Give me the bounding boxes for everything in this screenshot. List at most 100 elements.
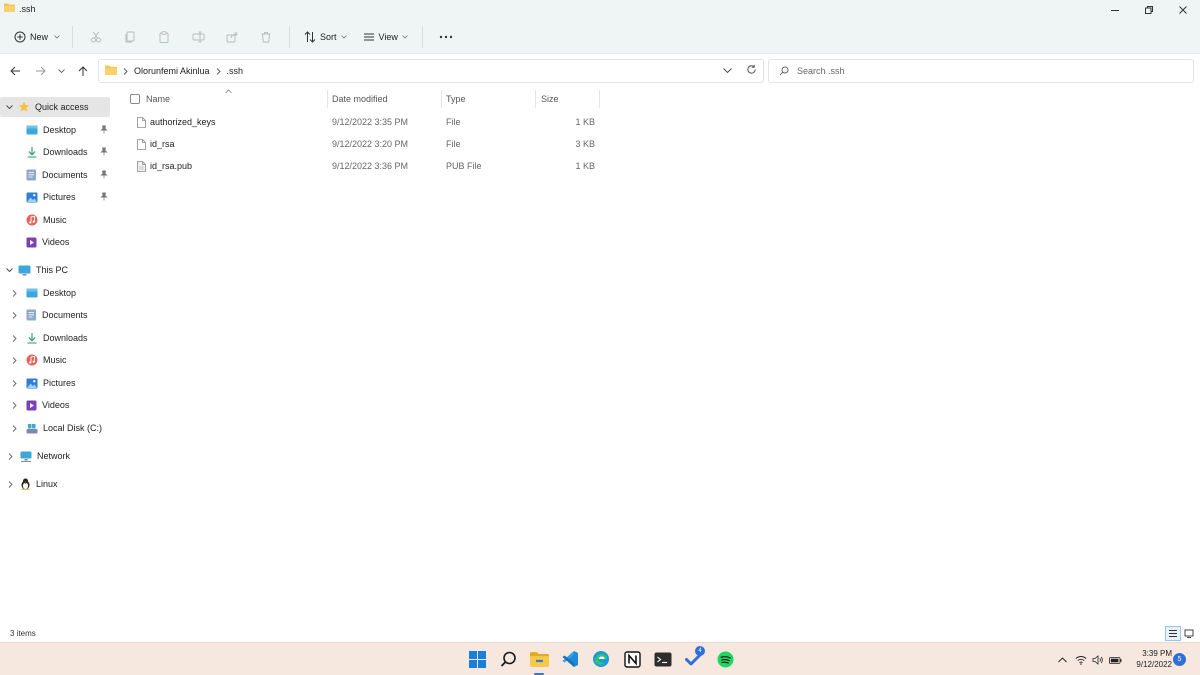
toolbar-divider <box>421 25 423 48</box>
column-header-size[interactable]: Size <box>541 90 559 108</box>
up-button[interactable] <box>74 62 92 80</box>
taskbar-vscode[interactable] <box>559 648 581 670</box>
search-icon <box>779 66 789 76</box>
sidebar-label: Quick access <box>35 102 89 112</box>
table-row[interactable]: authorized_keys 9/12/2022 3:35 PM File 1… <box>132 112 602 132</box>
minimize-button[interactable] <box>1098 0 1132 20</box>
refresh-button[interactable] <box>746 64 757 77</box>
chevron-right-icon <box>8 452 13 460</box>
column-header-date[interactable]: Date modified <box>332 90 388 108</box>
sidebar-label: Local Disk (C:) <box>43 423 103 433</box>
network-icon <box>20 451 32 462</box>
chevron-right-icon <box>12 356 17 364</box>
chevron-right-icon <box>12 334 17 342</box>
sidebar-item-linux[interactable]: Linux <box>8 474 116 494</box>
view-button[interactable]: View <box>355 26 416 48</box>
taskbar-notion[interactable] <box>621 648 643 670</box>
file-name: id_rsa <box>150 139 175 149</box>
sidebar-label: Documents <box>42 310 88 320</box>
volume-status[interactable] <box>1091 653 1105 667</box>
linux-penguin-icon <box>21 478 30 490</box>
copy-button[interactable] <box>113 26 147 48</box>
new-button[interactable]: New <box>8 26 66 48</box>
column-divider[interactable] <box>327 90 328 108</box>
paste-icon <box>159 30 169 43</box>
sidebar-item-local-disk[interactable]: Local Disk (C:) <box>12 418 116 438</box>
back-button[interactable] <box>6 62 24 80</box>
restore-button[interactable] <box>1132 0 1166 20</box>
minimize-icon <box>1111 10 1119 11</box>
start-button[interactable] <box>466 648 488 670</box>
wifi-icon <box>1075 656 1087 665</box>
terminal-icon <box>654 652 672 666</box>
sidebar-item-this-pc[interactable]: This PC <box>6 260 116 280</box>
table-row[interactable]: id_rsa.pub 9/12/2022 3:36 PM PUB File 1 … <box>132 156 602 176</box>
select-all-checkbox[interactable] <box>130 94 140 104</box>
close-button[interactable] <box>1166 0 1200 20</box>
sidebar-item-quick-access[interactable]: Quick access <box>0 97 110 117</box>
taskbar-spotify[interactable] <box>714 648 736 670</box>
taskbar-terminal[interactable] <box>652 648 674 670</box>
sidebar-item-pc-videos[interactable]: Videos <box>12 395 116 415</box>
chevron-right-icon <box>12 311 17 319</box>
chevron-right-icon <box>12 401 17 409</box>
sidebar-item-network[interactable]: Network <box>8 446 116 466</box>
sort-label: Sort <box>320 31 337 42</box>
breadcrumb-ssh[interactable]: .ssh <box>227 66 244 76</box>
sidebar-label: Pictures <box>43 378 76 388</box>
view-list-icon <box>363 33 374 40</box>
taskbar: 4 3:39 PM 9/12/2022 5 <box>0 642 1200 675</box>
pin-icon <box>100 192 108 203</box>
tiles-view-button[interactable] <box>1181 626 1197 641</box>
column-divider[interactable] <box>441 90 442 108</box>
forward-button[interactable] <box>31 62 49 80</box>
sidebar-item-pc-desktop[interactable]: Desktop <box>12 283 116 303</box>
column-divider[interactable] <box>535 90 536 108</box>
taskbar-clock[interactable]: 3:39 PM 9/12/2022 <box>1126 648 1172 670</box>
details-view-button[interactable] <box>1165 626 1181 641</box>
sidebar-item-music[interactable]: Music <box>26 210 116 230</box>
taskbar-search-button[interactable] <box>497 648 519 670</box>
chevron-right-icon <box>12 289 17 297</box>
breadcrumb-user[interactable]: Olorunfemi Akinlua <box>134 66 210 76</box>
sidebar-item-videos[interactable]: Videos <box>26 232 116 252</box>
share-button[interactable] <box>215 26 249 48</box>
table-row[interactable]: id_rsa 9/12/2022 3:20 PM File 3 KB <box>132 134 602 154</box>
sort-button[interactable]: Sort <box>296 26 355 48</box>
sidebar-item-pc-documents[interactable]: Documents <box>12 305 116 325</box>
app-badge: 4 <box>695 646 705 656</box>
sidebar-item-pc-pictures[interactable]: Pictures <box>12 373 116 393</box>
search-icon <box>500 651 516 667</box>
documents-icon <box>26 169 36 181</box>
restore-icon <box>1145 6 1153 14</box>
taskbar-file-explorer[interactable] <box>528 648 550 670</box>
sidebar-item-pc-music[interactable]: Music <box>12 350 116 370</box>
column-divider[interactable] <box>599 90 600 108</box>
show-hidden-icons-button[interactable] <box>1055 653 1069 667</box>
close-icon <box>1179 6 1187 14</box>
search-box[interactable] <box>768 59 1194 83</box>
address-bar[interactable]: Olorunfemi Akinlua .ssh <box>98 59 764 83</box>
search-input[interactable] <box>797 66 1177 76</box>
cut-button[interactable] <box>79 26 113 48</box>
address-history-button[interactable] <box>723 66 732 76</box>
sidebar-item-pc-downloads[interactable]: Downloads <box>12 328 116 348</box>
wifi-status[interactable] <box>1074 653 1088 667</box>
notification-badge[interactable]: 5 <box>1173 653 1186 666</box>
rename-button[interactable] <box>181 26 215 48</box>
view-label: View <box>378 31 398 42</box>
delete-button[interactable] <box>249 26 283 48</box>
paste-button[interactable] <box>147 26 181 48</box>
taskbar-edge[interactable] <box>590 648 612 670</box>
column-header-name[interactable]: Name <box>146 90 170 108</box>
column-header-type[interactable]: Type <box>446 90 466 108</box>
file-name: id_rsa.pub <box>150 161 193 171</box>
chevron-right-icon <box>12 424 17 432</box>
sidebar-label: Music <box>43 355 67 365</box>
battery-status[interactable] <box>1108 653 1122 667</box>
more-options-button[interactable] <box>429 26 463 48</box>
sidebar-label: Downloads <box>43 333 88 343</box>
recent-locations-button[interactable] <box>52 62 70 80</box>
title-bar: .ssh <box>0 0 1200 20</box>
desktop-icon <box>26 288 38 298</box>
